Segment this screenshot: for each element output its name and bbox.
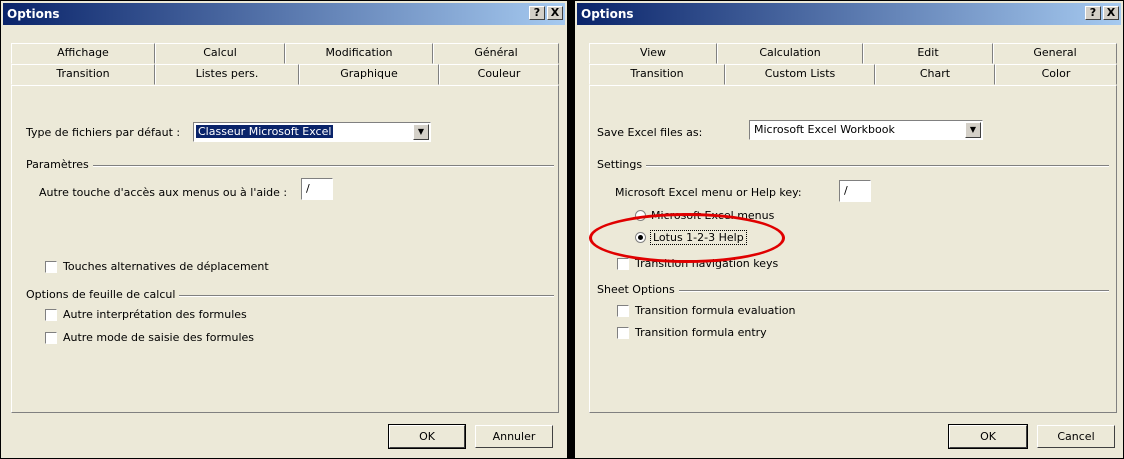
settings-group-label: Settings [597, 158, 647, 171]
tab-modification[interactable]: Modification [285, 43, 433, 64]
ok-button[interactable]: OK [948, 424, 1028, 449]
tab-row-bottom: Transition Listes pers. Graphique Couleu… [11, 64, 559, 85]
menu-key-value: / [306, 182, 310, 195]
settings-group: Paramètres [26, 158, 554, 171]
nav-keys-checkbox[interactable]: Touches alternatives de déplacement [45, 260, 269, 273]
chevron-down-icon[interactable]: ▼ [413, 124, 429, 140]
tab-general[interactable]: Général [433, 43, 559, 64]
tab-calcul[interactable]: Calcul [155, 43, 285, 64]
cancel-button[interactable]: Annuler [475, 425, 553, 448]
tab-row-top: Affichage Calcul Modification Général [11, 43, 559, 64]
radio-excel-menus[interactable]: Microsoft Excel menus [635, 209, 774, 222]
save-format-value: Classeur Microsoft Excel [194, 124, 335, 139]
formula-eval-label: Autre interprétation des formules [63, 308, 247, 321]
title-bar[interactable]: Options ? X [3, 3, 565, 25]
tab-row-bottom: Transition Custom Lists Chart Color [589, 64, 1117, 85]
formula-entry-checkbox[interactable]: Autre mode de saisie des formules [45, 331, 254, 344]
menu-key-input[interactable]: / [301, 178, 333, 200]
radio-icon[interactable] [635, 232, 646, 243]
nav-keys-label: Transition navigation keys [635, 257, 779, 270]
sheet-options-group-label: Sheet Options [597, 283, 679, 296]
options-dialog-french: Options ? X Affichage Calcul Modificatio… [0, 0, 568, 459]
dialog-title: Options [581, 7, 634, 21]
checkbox-icon[interactable] [617, 304, 629, 317]
sheet-options-group: Sheet Options [597, 283, 1109, 296]
tab-listes-pers[interactable]: Listes pers. [155, 64, 299, 85]
tab-transition[interactable]: Transition [589, 64, 725, 85]
tab-view[interactable]: View [589, 43, 717, 64]
close-button[interactable]: X [1103, 6, 1119, 20]
formula-eval-label: Transition formula evaluation [635, 304, 796, 317]
formula-entry-label: Transition formula entry [635, 326, 767, 339]
settings-group-label: Paramètres [26, 158, 93, 171]
help-button[interactable]: ? [529, 6, 545, 20]
tab-calculation[interactable]: Calculation [717, 43, 863, 64]
formula-entry-label: Autre mode de saisie des formules [63, 331, 255, 344]
settings-group: Settings [597, 158, 1109, 171]
radio-excel-label: Microsoft Excel menus [651, 209, 775, 222]
formula-eval-checkbox[interactable]: Transition formula evaluation [617, 304, 795, 317]
menu-key-label: Microsoft Excel menu or Help key: [615, 186, 802, 199]
save-format-select[interactable]: Microsoft Excel Workbook ▼ [749, 120, 983, 140]
save-format-label: Type de fichiers par défaut : [26, 126, 181, 139]
options-dialog-english: Options ? X View Calculation Edit Genera… [574, 0, 1124, 459]
sheet-options-group: Options de feuille de calcul [26, 288, 554, 301]
tab-custom-lists[interactable]: Custom Lists [725, 64, 875, 85]
tab-color[interactable]: Color [995, 64, 1117, 85]
checkbox-icon[interactable] [617, 326, 629, 339]
ok-button[interactable]: OK [388, 424, 466, 449]
tab-graphique[interactable]: Graphique [299, 64, 439, 85]
menu-key-label: Autre touche d'accès aux menus ou à l'ai… [39, 186, 288, 199]
sheet-options-group-label: Options de feuille de calcul [26, 288, 180, 301]
tab-transition[interactable]: Transition [11, 64, 155, 85]
checkbox-icon[interactable] [45, 308, 57, 321]
checkbox-icon[interactable] [617, 257, 629, 270]
tab-edit[interactable]: Edit [863, 43, 993, 64]
radio-lotus-label: Lotus 1-2-3 Help [650, 230, 747, 245]
title-bar[interactable]: Options ? X [577, 3, 1121, 25]
cancel-button[interactable]: Cancel [1037, 425, 1115, 448]
checkbox-icon[interactable] [45, 331, 57, 344]
tab-general[interactable]: General [993, 43, 1117, 64]
checkbox-icon[interactable] [45, 260, 57, 273]
chevron-down-icon[interactable]: ▼ [965, 122, 981, 138]
tab-couleur[interactable]: Couleur [439, 64, 559, 85]
close-button[interactable]: X [547, 6, 563, 20]
formula-eval-checkbox[interactable]: Autre interprétation des formules [45, 308, 247, 321]
formula-entry-checkbox[interactable]: Transition formula entry [617, 326, 767, 339]
help-button[interactable]: ? [1085, 6, 1101, 20]
dialog-title: Options [7, 7, 60, 21]
menu-key-input[interactable]: / [839, 180, 871, 202]
save-format-label: Save Excel files as: [597, 126, 703, 139]
radio-lotus-help[interactable]: Lotus 1-2-3 Help [635, 230, 747, 245]
nav-keys-checkbox[interactable]: Transition navigation keys [617, 257, 778, 270]
tab-chart[interactable]: Chart [875, 64, 995, 85]
save-format-select[interactable]: Classeur Microsoft Excel ▼ [193, 122, 431, 142]
tab-row-top: View Calculation Edit General [589, 43, 1117, 64]
radio-icon[interactable] [635, 210, 646, 221]
tab-affichage[interactable]: Affichage [11, 43, 155, 64]
nav-keys-label: Touches alternatives de déplacement [63, 260, 269, 273]
save-format-value: Microsoft Excel Workbook [754, 123, 895, 136]
menu-key-value: / [844, 184, 848, 197]
